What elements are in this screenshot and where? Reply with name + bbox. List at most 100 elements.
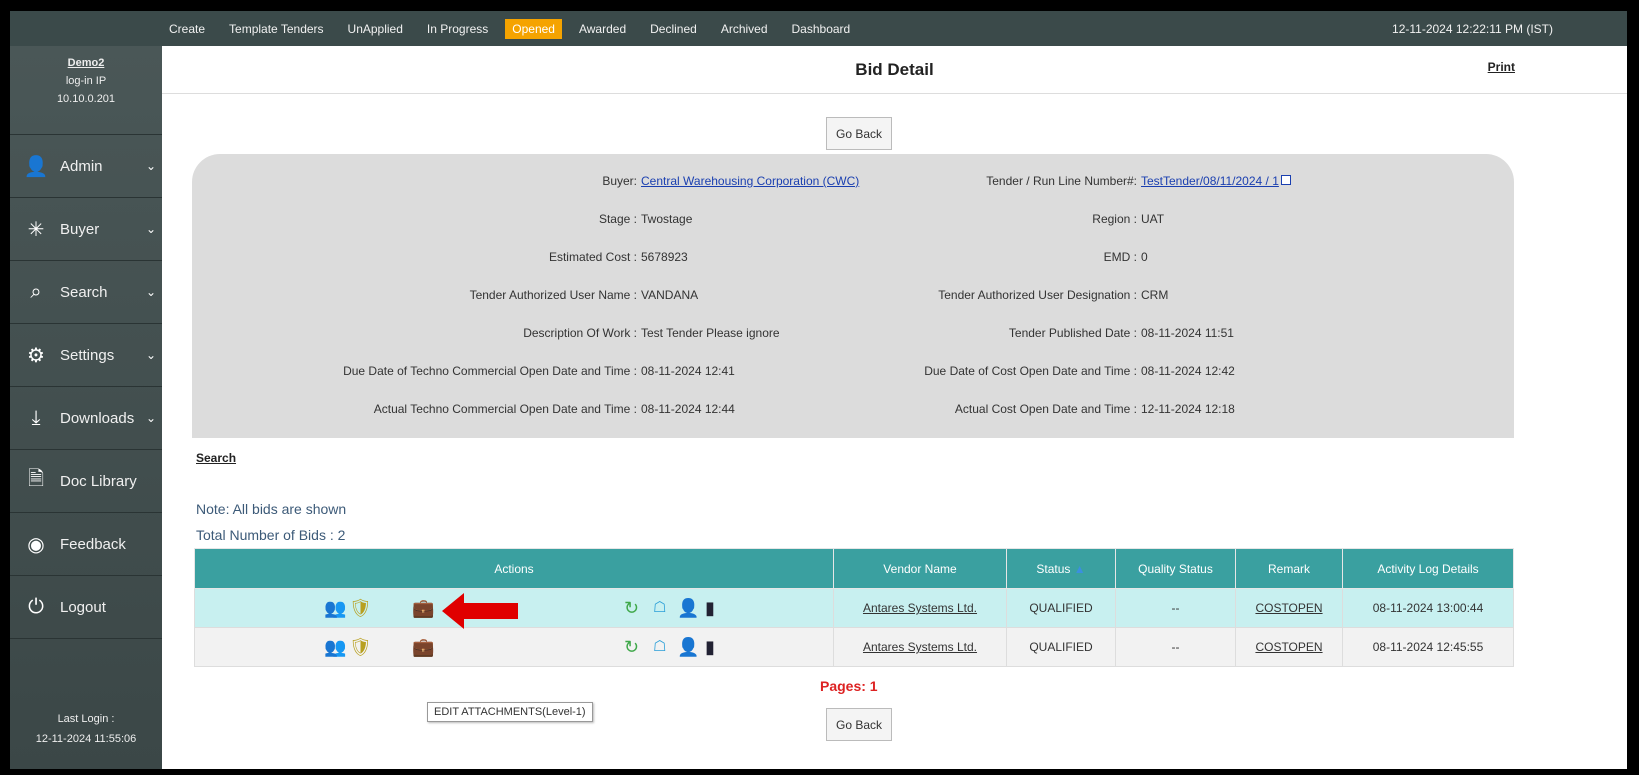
info-tender-number: Tender / Run Line Number#: TestTender/08/… — [692, 174, 1291, 188]
users-icon[interactable]: 👥 — [324, 637, 346, 657]
refresh-icon[interactable]: ↻ — [624, 637, 639, 657]
sidebar-item-logout[interactable]: ⏻ Logout — [10, 576, 162, 639]
power-icon: ⏻ — [28, 595, 44, 618]
edit-attachments-icon[interactable]: 💼 — [412, 598, 434, 618]
info-region: Region : UAT — [692, 212, 1164, 226]
tab-declined[interactable]: Declined — [643, 19, 704, 39]
user-remove-icon[interactable]: 👤 — [677, 637, 699, 657]
tab-dashboard[interactable]: Dashboard — [785, 19, 858, 39]
red-arrow-annotation — [442, 593, 518, 629]
sidebar-item-search[interactable]: ⌕ Search ⌄ — [10, 261, 162, 324]
info-key: Region : — [1092, 212, 1137, 226]
mobile-icon[interactable]: ▮ — [705, 637, 715, 657]
quality-cell: -- — [1115, 627, 1236, 667]
info-auth-user: Tender Authorized User Name : VANDANA — [192, 288, 699, 302]
tender-number-link[interactable]: TestTender/08/11/2024 / 1 — [1141, 174, 1279, 188]
remark-cell: COSTOPEN — [1235, 627, 1343, 667]
login-ip-label: log-in IP — [65, 75, 107, 87]
sidebar-item-label: Feedback — [60, 535, 126, 553]
col-activity-log: Activity Log Details — [1342, 548, 1514, 589]
sidebar-item-feedback[interactable]: ◉ Feedback — [10, 513, 162, 576]
refresh-icon[interactable]: ↻ — [624, 598, 639, 618]
col-vendor-name[interactable]: Vendor Name — [833, 548, 1007, 589]
sidebar-item-doc-library[interactable]: 🗎 Doc Library — [10, 450, 162, 513]
info-emd: EMD : 0 — [692, 250, 1148, 264]
info-value: 08-11-2024 11:51 — [1141, 326, 1234, 340]
info-auth-designation: Tender Authorized User Designation : CRM — [692, 288, 1168, 302]
tab-in-progress[interactable]: In Progress — [420, 19, 495, 39]
users-icon[interactable]: 👥 — [324, 598, 346, 618]
sidebar-item-label: Settings — [60, 346, 115, 364]
tab-template-tenders[interactable]: Template Tenders — [222, 19, 331, 39]
pagination: Pages: 1 — [820, 678, 878, 694]
sidebar-item-label: Logout — [60, 598, 106, 616]
sidebar-item-downloads[interactable]: ⤓ Downloads ⌄ — [10, 387, 162, 450]
go-back-button-bottom[interactable]: Go Back — [826, 708, 892, 741]
tab-archived[interactable]: Archived — [714, 19, 775, 39]
col-status-label: Status — [1036, 561, 1071, 576]
info-key: Due Date of Cost Open Date and Time : — [924, 364, 1137, 378]
remark-link[interactable]: COSTOPEN — [1255, 601, 1322, 615]
settings-icon: ⚙ — [27, 344, 45, 367]
table-row: 👥 🛡 💼 ↻ ☖ 👤 ▮ Antares Systems Ltd. QUALI… — [194, 588, 1514, 628]
sidebar-item-label: Downloads — [60, 409, 135, 427]
activity-log-cell: 08-11-2024 12:45:55 — [1342, 627, 1514, 667]
tab-create[interactable]: Create — [162, 19, 212, 39]
table-header-row: Actions Vendor Name Status ▲ Quality Sta… — [194, 548, 1514, 589]
user-name[interactable]: Demo2 — [10, 54, 162, 72]
info-value: 08-11-2024 12:42 — [1141, 364, 1235, 378]
sidebar-item-settings[interactable]: ⚙ Settings ⌄ — [10, 324, 162, 387]
vendor-link[interactable]: Antares Systems Ltd. — [863, 640, 977, 654]
info-key: EMD : — [1103, 250, 1137, 264]
table-row: 👥 🛡 💼 ↻ ☖ 👤 ▮ Antares Systems Ltd. QUALI… — [194, 627, 1514, 667]
chevron-down-icon: ⌄ — [145, 285, 156, 299]
vendor-link[interactable]: Antares Systems Ltd. — [863, 601, 977, 615]
info-actual-tc: Actual Techno Commercial Open Date and T… — [192, 402, 735, 416]
info-key: Description Of Work : — [523, 326, 637, 340]
search-link[interactable]: Search — [196, 451, 236, 465]
tender-info-panel: Buyer: Central Warehousing Corporation (C… — [192, 154, 1514, 438]
sidebar-item-admin[interactable]: 👤 Admin ⌄ — [10, 135, 162, 198]
user-info: Demo2 log-in IP 10.10.0.201 — [10, 46, 162, 135]
info-key: Due Date of Techno Commercial Open Date … — [343, 364, 637, 378]
col-actions: Actions — [194, 548, 834, 589]
tab-opened[interactable]: Opened — [505, 18, 562, 39]
tab-awarded[interactable]: Awarded — [572, 19, 633, 39]
sort-icon[interactable]: ▲ — [1074, 562, 1086, 576]
info-stage: Stage : Twostage — [192, 212, 692, 226]
info-value: VANDANA — [641, 288, 699, 302]
chevron-down-icon: ⌄ — [145, 348, 156, 362]
actions-cell: 👥 🛡 💼 ↻ ☖ 👤 ▮ — [194, 627, 834, 667]
info-value: UAT — [1141, 212, 1165, 226]
remark-cell: COSTOPEN — [1235, 588, 1343, 628]
go-back-button[interactable]: Go Back — [826, 117, 892, 150]
status-cell: QUALIFIED — [1006, 627, 1116, 667]
hierarchy-icon[interactable]: ☖ — [653, 637, 666, 657]
vendor-cell: Antares Systems Ltd. — [833, 588, 1007, 628]
col-remark: Remark — [1235, 548, 1343, 589]
edit-attachments-icon[interactable]: 💼 — [412, 637, 434, 657]
sidebar-item-label: Admin — [60, 157, 103, 175]
user-remove-icon[interactable]: 👤 — [677, 598, 699, 618]
app-window: Create Template Tenders UnApplied In Pro… — [10, 11, 1627, 769]
shield-badge-icon[interactable]: 🛡 — [349, 598, 372, 618]
checkbox-icon[interactable] — [1280, 175, 1291, 185]
sidebar-item-buyer[interactable]: ✳ Buyer ⌄ — [10, 198, 162, 261]
hierarchy-icon[interactable]: ☖ — [653, 598, 666, 618]
mobile-icon[interactable]: ▮ — [705, 598, 715, 618]
info-key: Estimated Cost : — [548, 250, 637, 264]
info-key: Tender / Run Line Number#: — [986, 174, 1137, 188]
tab-unapplied[interactable]: UnApplied — [341, 19, 410, 39]
info-key: Tender Published Date : — [1008, 326, 1137, 340]
info-estimated-cost: Estimated Cost : 5678923 — [192, 250, 688, 264]
tab-bar: Create Template Tenders UnApplied In Pro… — [162, 11, 867, 46]
print-link[interactable]: Print — [1488, 60, 1515, 74]
chevron-down-icon: ⌄ — [145, 222, 156, 236]
info-value: Twostage — [641, 212, 693, 226]
chevron-down-icon: ⌄ — [145, 411, 156, 425]
remark-link[interactable]: COSTOPEN — [1255, 640, 1322, 654]
col-status[interactable]: Status ▲ — [1006, 548, 1116, 589]
search-icon: ⌕ — [30, 280, 42, 303]
total-bids: Total Number of Bids : 2 — [196, 527, 346, 543]
shield-badge-icon[interactable]: 🛡 — [349, 637, 372, 657]
